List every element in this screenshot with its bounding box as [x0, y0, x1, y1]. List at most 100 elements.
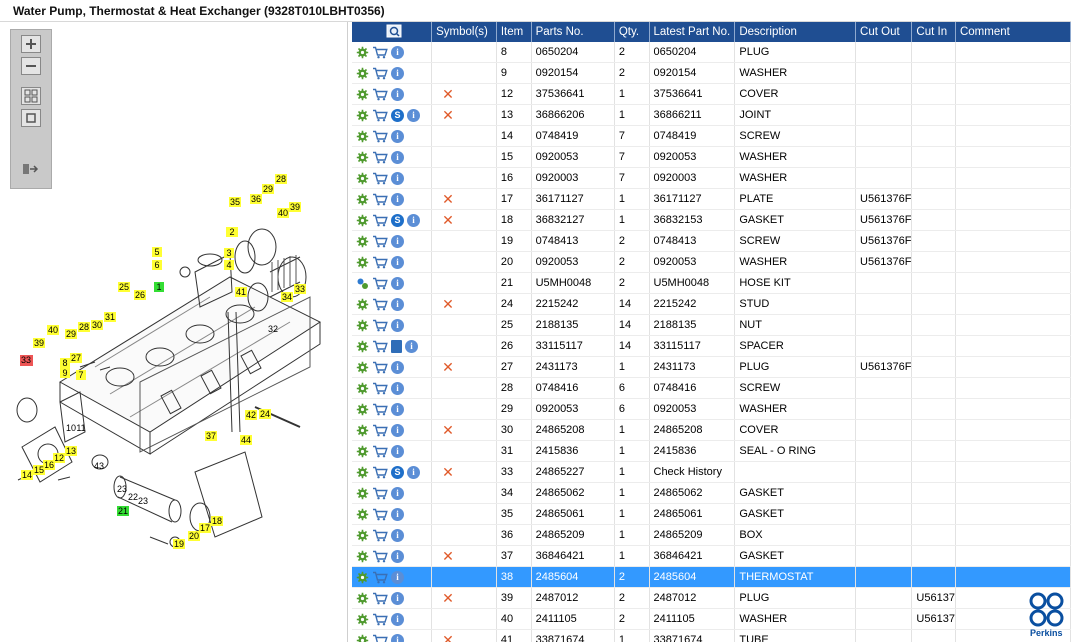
gear-icon[interactable] [356, 487, 369, 500]
info-icon[interactable]: i [391, 633, 404, 642]
info-icon[interactable]: i [391, 192, 404, 206]
info-icon[interactable]: i [391, 381, 404, 395]
info-icon[interactable]: i [407, 108, 420, 122]
table-row[interactable]: i 20 0920053 2 0920053 WASHER U561376F [352, 251, 1071, 273]
cart-icon[interactable] [372, 571, 388, 584]
cart-icon[interactable] [372, 235, 388, 248]
column-header-parts-no[interactable]: Parts No. [531, 22, 615, 42]
cart-icon[interactable] [372, 193, 388, 206]
info-icon[interactable]: i [391, 87, 404, 101]
info-icon[interactable]: i [391, 255, 404, 269]
table-row[interactable]: i ✕ 12 37536641 1 37536641 COVER [352, 83, 1071, 105]
cart-icon[interactable] [372, 382, 388, 395]
gear-icon[interactable] [356, 508, 369, 521]
cart-icon[interactable] [372, 361, 388, 374]
gear-icon[interactable] [356, 319, 369, 332]
info-icon[interactable]: i [391, 45, 404, 59]
cart-icon[interactable] [372, 445, 388, 458]
search-column-header[interactable] [352, 22, 433, 42]
column-header-description[interactable]: Description [734, 22, 857, 42]
table-row[interactable]: i 9 0920154 2 0920154 WASHER [352, 62, 1071, 84]
column-header-item[interactable]: Item [496, 22, 532, 42]
info-icon[interactable]: i [407, 213, 420, 227]
info-icon[interactable]: i [391, 318, 404, 332]
table-row[interactable]: i 14 0748419 7 0748419 SCREW [352, 125, 1071, 147]
gear-icon[interactable] [356, 67, 369, 80]
info-icon[interactable]: i [391, 549, 404, 563]
cart-icon[interactable] [372, 403, 388, 416]
info-icon[interactable]: i [391, 129, 404, 143]
info-icon[interactable]: i [391, 402, 404, 416]
cart-icon[interactable] [372, 277, 388, 290]
gear-icon[interactable] [356, 172, 369, 185]
table-row[interactable]: i 40 2411105 2 2411105 WASHER U56137 [352, 608, 1071, 630]
gear-icon[interactable] [356, 88, 369, 101]
gear-icon[interactable] [356, 235, 369, 248]
table-row[interactable]: i 26 33115117 14 33115117 SPACER [352, 335, 1071, 357]
table-row[interactable]: i ✕ 24 2215242 14 2215242 STUD [352, 293, 1071, 315]
gear-icon[interactable] [356, 382, 369, 395]
gear-icon[interactable] [356, 403, 369, 416]
gear-icon[interactable] [356, 130, 369, 143]
exploded-diagram-pane[interactable]: 28 29 36 35 40 39 2 5 6 3 4 1 25 26 41 3… [0, 22, 348, 642]
column-header-cut-out[interactable]: Cut Out [855, 22, 913, 42]
table-row[interactable]: i 35 24865061 1 24865061 GASKET [352, 503, 1071, 525]
cart-icon[interactable] [372, 109, 388, 122]
info-icon[interactable]: i [405, 339, 418, 353]
gear-icon[interactable] [356, 634, 369, 642]
column-header-qty[interactable]: Qty. [614, 22, 650, 42]
supersession-icon[interactable]: S [391, 108, 404, 122]
table-row[interactable]: i 29 0920053 6 0920053 WASHER [352, 398, 1071, 420]
cart-icon[interactable] [372, 88, 388, 101]
cart-icon[interactable] [372, 529, 388, 542]
gear-icon[interactable] [356, 109, 369, 122]
table-row[interactable]: i 34 24865062 1 24865062 GASKET [352, 482, 1071, 504]
column-header-comment[interactable]: Comment [955, 22, 1071, 42]
table-row[interactable]: i 28 0748416 6 0748416 SCREW [352, 377, 1071, 399]
table-row[interactable]: i ✕ 37 36846421 1 36846421 GASKET [352, 545, 1071, 567]
info-icon[interactable]: i [391, 171, 404, 185]
gear-icon[interactable] [356, 193, 369, 206]
cart-icon[interactable] [372, 487, 388, 500]
table-row[interactable]: i 38 2485604 2 2485604 THERMOSTAT [352, 566, 1071, 588]
gear-icon[interactable] [356, 529, 369, 542]
info-icon[interactable]: i [391, 234, 404, 248]
table-row[interactable]: Si ✕ 13 36866206 1 36866211 JOINT [352, 104, 1071, 126]
supersession-icon[interactable]: S [391, 465, 404, 479]
info-icon[interactable]: i [391, 591, 404, 605]
info-icon[interactable]: i [391, 486, 404, 500]
gear-icon[interactable] [356, 466, 369, 479]
info-icon[interactable]: i [391, 360, 404, 374]
table-row[interactable]: i 8 0650204 2 0650204 PLUG [352, 42, 1071, 63]
gear-icon[interactable] [356, 550, 369, 563]
info-icon[interactable]: i [391, 570, 404, 584]
kit-gears-icon[interactable] [356, 277, 369, 290]
column-header-symbols[interactable]: Symbol(s) [431, 22, 497, 42]
gear-icon[interactable] [356, 46, 369, 59]
info-icon[interactable]: i [391, 423, 404, 437]
table-row[interactable]: i 15 0920053 7 0920053 WASHER [352, 146, 1071, 168]
table-row[interactable]: i 16 0920003 7 0920003 WASHER [352, 167, 1071, 189]
gear-icon[interactable] [356, 571, 369, 584]
cart-icon[interactable] [372, 466, 388, 479]
document-icon[interactable] [391, 339, 402, 353]
table-row[interactable]: i ✕ 41 33871674 1 33871674 TUBE [352, 629, 1071, 642]
table-row[interactable]: i 31 2415836 1 2415836 SEAL - O RING [352, 440, 1071, 462]
info-icon[interactable]: i [391, 444, 404, 458]
cart-icon[interactable] [372, 46, 388, 59]
info-icon[interactable]: i [407, 465, 420, 479]
gear-icon[interactable] [356, 298, 369, 311]
table-row[interactable]: i 36 24865209 1 24865209 BOX [352, 524, 1071, 546]
gear-icon[interactable] [356, 445, 369, 458]
gear-icon[interactable] [356, 424, 369, 437]
cart-icon[interactable] [372, 298, 388, 311]
table-row[interactable]: Si ✕ 33 24865227 1 Check History [352, 461, 1071, 483]
gear-icon[interactable] [356, 151, 369, 164]
info-icon[interactable]: i [391, 297, 404, 311]
table-row[interactable]: i 19 0748413 2 0748413 SCREW U561376F [352, 230, 1071, 252]
info-icon[interactable]: i [391, 150, 404, 164]
cart-icon[interactable] [372, 256, 388, 269]
table-row[interactable]: i ✕ 39 2487012 2 2487012 PLUG U56137 [352, 587, 1071, 609]
cart-icon[interactable] [372, 613, 388, 626]
column-header-cut-in[interactable]: Cut In [911, 22, 956, 42]
